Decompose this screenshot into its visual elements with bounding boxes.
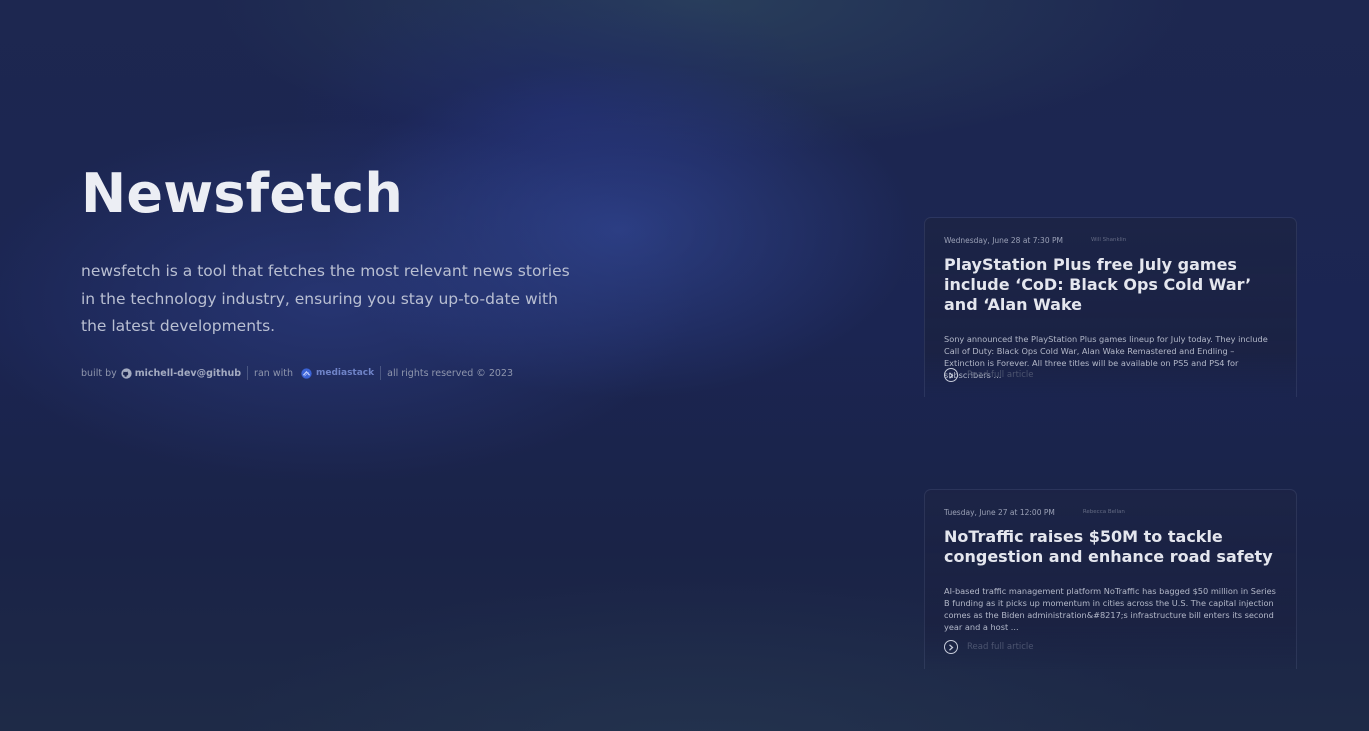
article-author: Will Shanklin <box>1090 237 1127 243</box>
read-full-article-link[interactable]: Read full article <box>944 640 1034 654</box>
mediastack-icon <box>301 367 312 379</box>
chevron-right-circle-icon <box>944 640 958 654</box>
article-meta: Tuesday, June 27 at 12:00 PM Rebecca Bel… <box>944 507 1277 517</box>
article-description: AI-based traffic management platform NoT… <box>944 586 1276 632</box>
article-author: Rebecca Bellan <box>1082 509 1125 515</box>
article-card[interactable]: Tuesday, June 27 at 12:00 PM Rebecca Bel… <box>924 489 1297 669</box>
github-user-link[interactable]: michell-dev@github <box>135 368 241 379</box>
article-card[interactable]: Wednesday, June 28 at 7:30 PM Will Shank… <box>924 217 1297 397</box>
divider <box>380 366 382 380</box>
built-by-label: built by <box>81 367 117 379</box>
app-description: newsfetch is a tool that fetches the mos… <box>81 262 570 335</box>
github-icon <box>121 367 132 379</box>
article-title[interactable]: PlayStation Plus free July games include… <box>944 255 1277 315</box>
article-date: Wednesday, June 28 at 7:30 PM <box>944 235 1063 245</box>
read-full-article-link[interactable]: Read full article <box>944 368 1034 382</box>
article-date: Tuesday, June 27 at 12:00 PM <box>944 507 1055 517</box>
article-title[interactable]: NoTraffic raises $50M to tackle congesti… <box>944 527 1277 567</box>
divider <box>247 366 249 380</box>
chevron-right-circle-icon <box>944 368 958 382</box>
credits-footer: built by michell-dev@github ran with med… <box>81 364 513 382</box>
ran-with-label: ran with <box>254 367 293 379</box>
rights-text: all rights reserved © 2023 <box>387 367 513 379</box>
page-title: Newsfetch <box>81 162 404 225</box>
mediastack-link[interactable]: mediastack <box>316 368 374 378</box>
article-meta: Wednesday, June 28 at 7:30 PM Will Shank… <box>944 235 1277 245</box>
read-full-article-label: Read full article <box>967 370 1034 380</box>
hero-section: Newsfetch newsfetch is a tool that fetch… <box>81 160 571 341</box>
read-full-article-label: Read full article <box>967 642 1034 652</box>
